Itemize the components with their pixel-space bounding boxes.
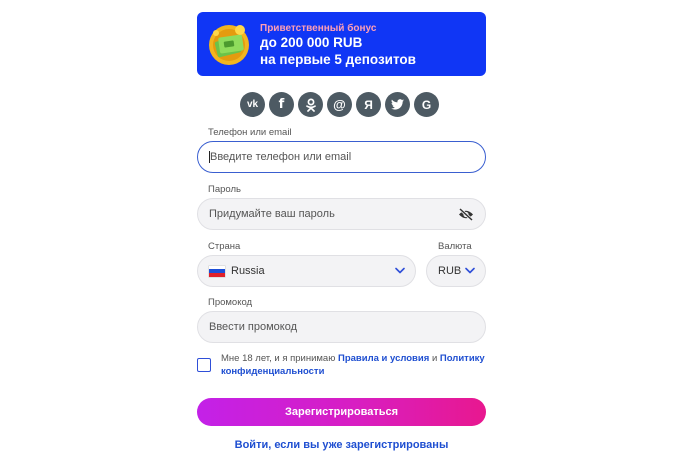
terms-prefix: Мне 18 лет, и я принимаю bbox=[221, 353, 336, 364]
country-value: Russia bbox=[231, 265, 265, 277]
promo-label: Промокод bbox=[208, 297, 253, 308]
country-label: Страна bbox=[208, 241, 241, 252]
phone-email-placeholder: Введите телефон или email bbox=[210, 151, 352, 163]
odnoklassniki-icon[interactable] bbox=[298, 92, 323, 117]
terms-and: и bbox=[431, 353, 438, 364]
phone-email-input[interactable]: Введите телефон или email bbox=[197, 141, 486, 173]
eye-off-icon[interactable] bbox=[458, 208, 474, 221]
phone-email-label: Телефон или email bbox=[208, 127, 292, 138]
banner-title: до 200 000 RUB на первые 5 депозитов bbox=[260, 34, 416, 68]
banner-title-line2: на первые 5 депозитов bbox=[260, 52, 416, 67]
country-select[interactable]: Russia bbox=[197, 255, 416, 287]
currency-select[interactable]: RUB bbox=[426, 255, 486, 287]
login-link[interactable]: Войти, если вы уже зарегистрированы bbox=[197, 439, 486, 451]
password-label: Пароль bbox=[208, 184, 241, 195]
terms-checkbox[interactable] bbox=[197, 358, 211, 372]
banner-subtitle: Приветственный бонус bbox=[260, 23, 377, 34]
chevron-down-icon bbox=[465, 267, 475, 274]
promo-input[interactable]: Ввести промокод bbox=[197, 311, 486, 343]
promo-placeholder: Ввести промокод bbox=[209, 321, 298, 333]
register-button[interactable]: Зарегистрироваться bbox=[197, 398, 486, 426]
currency-value: RUB bbox=[438, 265, 462, 277]
google-icon[interactable]: G bbox=[414, 92, 439, 117]
terms-conditions-link[interactable]: Правила и условия bbox=[338, 353, 429, 364]
social-login-row: vk f @ Я G bbox=[240, 92, 439, 117]
money-coin-icon bbox=[209, 25, 249, 65]
currency-label: Валюта bbox=[438, 241, 472, 252]
twitter-icon[interactable] bbox=[385, 92, 410, 117]
terms-text: Мне 18 лет, и я принимаю Правила и услов… bbox=[221, 353, 486, 378]
russia-flag-icon bbox=[209, 265, 225, 277]
mail-ru-icon[interactable]: @ bbox=[327, 92, 352, 117]
chevron-down-icon bbox=[395, 267, 405, 274]
vk-icon[interactable]: vk bbox=[240, 92, 265, 117]
banner-title-line1: до 200 000 RUB bbox=[260, 35, 363, 50]
facebook-icon[interactable]: f bbox=[269, 92, 294, 117]
password-input[interactable]: Придумайте ваш пароль bbox=[197, 198, 486, 230]
welcome-bonus-banner[interactable]: Приветственный бонус до 200 000 RUB на п… bbox=[197, 12, 486, 76]
password-placeholder: Придумайте ваш пароль bbox=[209, 208, 335, 220]
yandex-icon[interactable]: Я bbox=[356, 92, 381, 117]
